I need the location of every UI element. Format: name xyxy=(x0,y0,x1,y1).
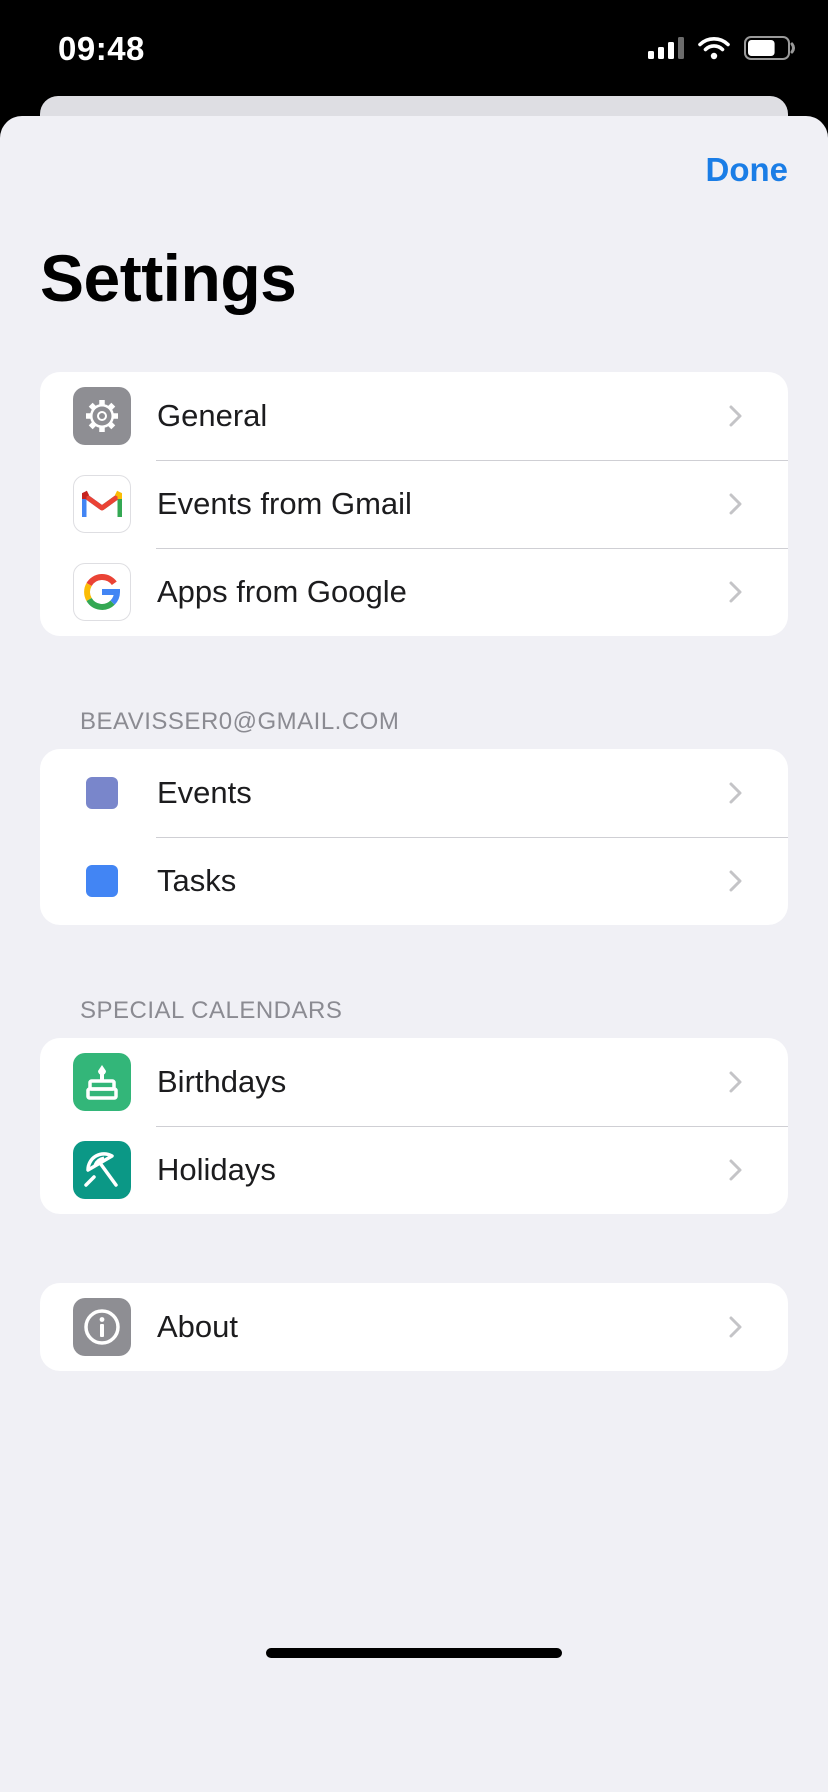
info-icon xyxy=(73,1298,131,1356)
chevron-right-icon xyxy=(729,1071,742,1093)
settings-item-label: About xyxy=(157,1309,239,1344)
settings-item-events-from-gmail[interactable]: Events from Gmail xyxy=(40,460,788,548)
account-calendars-group: Events Tasks xyxy=(40,749,788,925)
umbrella-icon xyxy=(73,1141,131,1199)
calendar-color-swatch xyxy=(73,852,131,910)
calendar-item-tasks[interactable]: Tasks xyxy=(40,837,788,925)
calendar-item-holidays[interactable]: Holidays xyxy=(40,1126,788,1214)
calendar-color-swatch xyxy=(73,764,131,822)
gmail-icon xyxy=(73,475,131,533)
chevron-right-icon xyxy=(729,405,742,427)
status-icons xyxy=(648,36,796,60)
settings-item-about[interactable]: About xyxy=(40,1283,788,1371)
page-title: Settings xyxy=(40,241,297,315)
chevron-right-icon xyxy=(729,493,742,515)
wifi-icon xyxy=(698,37,730,60)
about-group: About xyxy=(40,1283,788,1371)
chevron-right-icon xyxy=(729,581,742,603)
battery-icon xyxy=(744,36,795,60)
chevron-right-icon xyxy=(729,870,742,892)
settings-item-apps-from-google[interactable]: Apps from Google xyxy=(40,548,788,636)
done-button[interactable]: Done xyxy=(706,151,789,189)
tasks-color-swatch xyxy=(86,865,118,897)
gear-icon xyxy=(73,387,131,445)
events-color-swatch xyxy=(86,777,118,809)
main-settings-group: General Events from Gmail Apps from Goog… xyxy=(40,372,788,636)
special-calendars-group: Birthdays Holidays xyxy=(40,1038,788,1214)
home-indicator[interactable] xyxy=(266,1648,562,1658)
chevron-right-icon xyxy=(729,1316,742,1338)
calendar-item-label: Events xyxy=(157,775,252,810)
battery-level-fill xyxy=(748,40,775,56)
cake-icon xyxy=(73,1053,131,1111)
account-section-header: BEAVISSER0@GMAIL.COM xyxy=(80,708,400,735)
special-calendars-section-header: SPECIAL CALENDARS xyxy=(80,997,343,1024)
settings-item-general[interactable]: General xyxy=(40,372,788,460)
calendar-item-birthdays[interactable]: Birthdays xyxy=(40,1038,788,1126)
calendar-item-label: Holidays xyxy=(157,1152,276,1187)
calendar-item-label: Tasks xyxy=(157,863,237,898)
settings-item-label: Apps from Google xyxy=(157,574,407,609)
calendar-item-label: Birthdays xyxy=(157,1064,287,1099)
chevron-right-icon xyxy=(729,1159,742,1181)
settings-sheet: Done Settings General Events from Gmail … xyxy=(0,116,828,1792)
cellular-signal-icon xyxy=(648,37,684,59)
chevron-right-icon xyxy=(729,782,742,804)
status-bar: 09:48 xyxy=(0,0,828,96)
google-icon xyxy=(73,563,131,621)
status-time: 09:48 xyxy=(58,30,145,67)
calendar-item-events[interactable]: Events xyxy=(40,749,788,837)
settings-item-label: Events from Gmail xyxy=(157,486,412,521)
settings-item-label: General xyxy=(157,398,268,433)
